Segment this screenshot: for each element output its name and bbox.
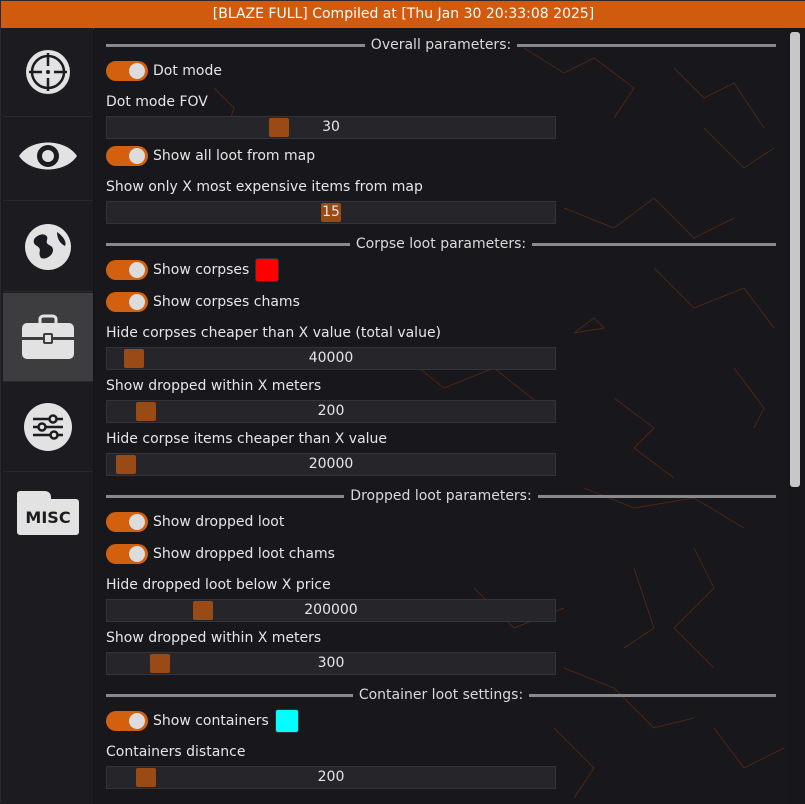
show-corpses-chams-toggle[interactable]: Show corpses chams <box>106 290 300 314</box>
sidebar: MISC <box>1 28 93 804</box>
hide-corpse-items-label: Hide corpse items cheaper than X value <box>106 431 388 447</box>
corpse-dropped-within-slider[interactable]: 200 <box>106 400 556 423</box>
hide-dropped-below-slider[interactable]: 200000 <box>106 599 556 622</box>
scrollbar-thumb[interactable] <box>790 32 800 487</box>
section-overall: Overall parameters: <box>106 36 776 54</box>
toggle-label: Show dropped loot chams <box>153 546 335 562</box>
eye-icon <box>19 142 77 170</box>
misc-folder-icon: MISC <box>17 491 79 535</box>
hide-corpse-items-slider[interactable]: 20000 <box>106 453 556 476</box>
app-window: [BLAZE FULL] Compiled at [Thu Jan 30 20:… <box>0 0 805 804</box>
toggle-switch[interactable] <box>106 146 148 166</box>
globe-icon <box>25 224 71 270</box>
hide-corpses-cheaper-slider[interactable]: 40000 <box>106 347 556 370</box>
briefcase-icon <box>22 314 74 359</box>
crosshair-icon <box>26 50 70 94</box>
sidebar-item-loot[interactable] <box>3 293 93 382</box>
slider-value: 30 <box>322 119 340 135</box>
section-title: Dropped loot parameters: <box>350 488 532 504</box>
toggle-label: Show dropped loot <box>153 514 285 530</box>
vertical-scrollbar[interactable] <box>786 28 805 804</box>
toggle-switch[interactable] <box>106 711 148 731</box>
dot-mode-fov-label: Dot mode FOV <box>106 94 208 110</box>
settings-panel: Overall parameters: Dot mode Dot mode FO… <box>94 28 786 804</box>
corpse-dropped-within-label: Show dropped within X meters <box>106 378 322 394</box>
dot-mode-toggle[interactable]: Dot mode <box>106 59 222 83</box>
slider-value: 15 <box>322 204 340 220</box>
containers-distance-slider[interactable]: 200 <box>106 766 556 789</box>
toggle-label: Show all loot from map <box>153 148 316 164</box>
title-bar: [BLAZE FULL] Compiled at [Thu Jan 30 20:… <box>1 1 805 29</box>
slider-value: 40000 <box>308 350 354 366</box>
sidebar-item-world[interactable] <box>3 203 93 292</box>
sidebar-item-misc[interactable]: MISC <box>3 473 93 561</box>
sidebar-item-visuals[interactable] <box>3 112 93 201</box>
slider-value: 300 <box>317 655 345 671</box>
toggle-label: Dot mode <box>153 63 222 79</box>
toggle-label: Show containers <box>153 713 269 729</box>
toggle-switch[interactable] <box>106 512 148 532</box>
slider-value: 200 <box>317 769 345 785</box>
show-containers-toggle[interactable]: Show containers <box>106 709 299 733</box>
sliders-icon <box>24 403 72 451</box>
slider-value: 20000 <box>308 456 354 472</box>
dropped-within-label: Show dropped within X meters <box>106 630 322 646</box>
containers-distance-label: Containers distance <box>106 744 246 760</box>
section-title: Container loot settings: <box>358 687 524 703</box>
toggle-switch[interactable] <box>106 292 148 312</box>
container-color-swatch[interactable] <box>274 709 299 733</box>
toggle-switch[interactable] <box>106 260 148 280</box>
sidebar-item-settings[interactable] <box>3 383 93 472</box>
toggle-label: Show corpses chams <box>153 294 300 310</box>
show-all-loot-toggle[interactable]: Show all loot from map <box>106 144 315 168</box>
hide-corpses-cheaper-label: Hide corpses cheaper than X value (total… <box>106 325 442 341</box>
toggle-switch[interactable] <box>106 544 148 564</box>
show-dropped-loot-chams-toggle[interactable]: Show dropped loot chams <box>106 542 335 566</box>
show-only-x-label: Show only X most expensive items from ma… <box>106 179 423 195</box>
dot-mode-fov-slider[interactable]: 30 <box>106 116 556 139</box>
show-corpses-toggle[interactable]: Show corpses <box>106 258 280 282</box>
section-corpse: Corpse loot parameters: <box>106 235 777 253</box>
section-title: Overall parameters: <box>370 37 512 53</box>
section-container: Container loot settings: <box>106 686 776 704</box>
sidebar-item-aim[interactable] <box>3 28 93 117</box>
show-dropped-loot-toggle[interactable]: Show dropped loot <box>106 510 284 534</box>
slider-value: 200 <box>317 403 345 419</box>
slider-value: 200000 <box>304 602 358 618</box>
section-title: Corpse loot parameters: <box>355 236 527 252</box>
hide-dropped-below-label: Hide dropped loot below X price <box>106 577 331 593</box>
section-dropped: Dropped loot parameters: <box>106 487 776 505</box>
show-only-x-slider[interactable]: 15 <box>106 201 556 224</box>
toggle-label: Show corpses <box>153 262 250 278</box>
toggle-switch[interactable] <box>106 61 148 81</box>
corpse-color-swatch[interactable] <box>255 258 280 282</box>
dropped-within-slider[interactable]: 300 <box>106 652 556 675</box>
